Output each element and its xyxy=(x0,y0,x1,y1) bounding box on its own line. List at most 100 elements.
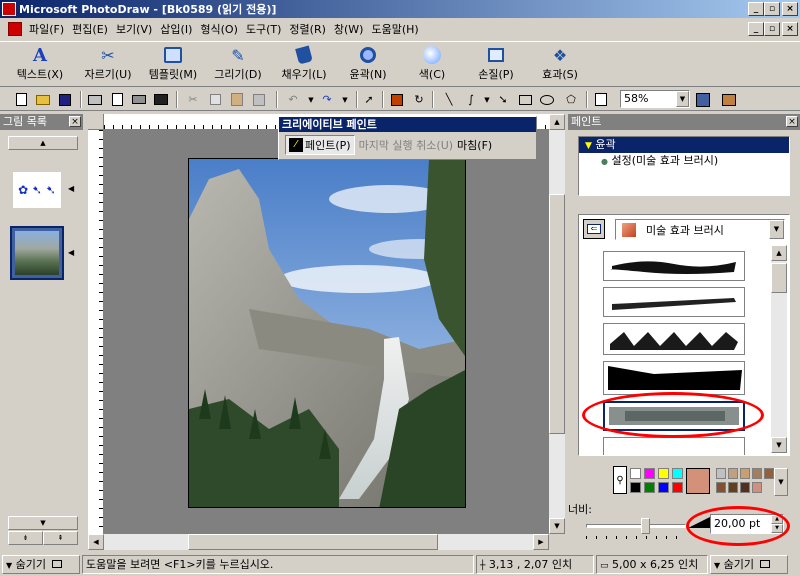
brush-swatch-1[interactable] xyxy=(603,251,745,281)
width-slider[interactable] xyxy=(586,518,686,539)
redo-icon[interactable]: ↷ xyxy=(318,91,336,108)
minimize-icon[interactable]: _ xyxy=(748,2,764,16)
canvas-photo[interactable] xyxy=(188,158,466,508)
eyedropper-icon[interactable]: ⚲ xyxy=(613,466,627,494)
menu-view[interactable]: 보기(V) xyxy=(112,21,156,37)
redo-dropdown-icon[interactable]: ▼ xyxy=(336,91,354,108)
vscroll-thumb[interactable] xyxy=(549,194,565,434)
paint-panel-close-icon[interactable]: × xyxy=(786,116,798,127)
custom-swatch-0[interactable] xyxy=(716,468,726,479)
custom-swatch-2[interactable] xyxy=(740,468,750,479)
vertical-scrollbar[interactable]: ▲ ▼ xyxy=(549,114,565,534)
delete-icon[interactable] xyxy=(250,91,268,108)
camera-icon[interactable] xyxy=(152,91,170,108)
palette-swatch-7[interactable] xyxy=(672,482,683,493)
autoshape-icon[interactable]: ⬠ xyxy=(562,91,580,108)
rotate-icon[interactable]: ↻ xyxy=(410,91,428,108)
rectangle-icon[interactable] xyxy=(516,91,534,108)
list-top-icon[interactable]: ⇞ xyxy=(43,531,78,545)
undo-last-button[interactable]: 마지막 실행 취소(U) xyxy=(359,137,453,153)
print-icon[interactable] xyxy=(86,91,104,108)
touchup-button[interactable]: 손질(P) xyxy=(466,44,526,86)
palette-swatch-4[interactable] xyxy=(630,482,641,493)
doc-icon[interactable] xyxy=(8,22,22,36)
vscroll-down-icon[interactable]: ▼ xyxy=(549,518,565,534)
brush-category-back-icon[interactable]: ⇐ xyxy=(583,219,605,239)
hscroll-thumb[interactable] xyxy=(188,534,438,550)
hide-right-button[interactable]: ▼ 숨기기 xyxy=(710,555,788,574)
effects-button[interactable]: ❖ 효과(S) xyxy=(530,44,590,86)
menu-edit[interactable]: 편집(E) xyxy=(68,21,112,37)
save-icon[interactable] xyxy=(56,91,74,108)
scan-icon[interactable] xyxy=(130,91,148,108)
restore-icon[interactable]: ▫ xyxy=(764,2,780,16)
brush-scrollbar[interactable]: ▲ ▼ xyxy=(771,245,787,453)
fill-button[interactable]: 채우기(L) xyxy=(274,44,334,86)
thumbnail-1-arrow-icon[interactable]: ◀ xyxy=(68,184,74,193)
vscroll-up-icon[interactable]: ▲ xyxy=(549,114,565,130)
new-icon[interactable] xyxy=(12,91,30,108)
palette-swatch-5[interactable] xyxy=(644,482,655,493)
thumbnail-shapes[interactable]: ✿ ➷ ➷ xyxy=(13,172,61,208)
hscroll-right-icon[interactable]: ▶ xyxy=(533,534,549,550)
color-button[interactable]: 색(C) xyxy=(402,44,462,86)
undo-icon[interactable]: ↶ xyxy=(284,91,302,108)
horizontal-scrollbar[interactable]: ◀ ▶ xyxy=(88,534,549,550)
menu-file[interactable]: 파일(F) xyxy=(25,21,68,37)
more-colors-dropdown-icon[interactable]: ▼ xyxy=(774,468,788,496)
crop-button[interactable]: ✂ 자르기(U) xyxy=(78,44,138,86)
arrow-icon[interactable]: ➘ xyxy=(494,91,512,108)
list-scroll-down-icon[interactable]: ▼ xyxy=(8,516,78,530)
paste-icon[interactable] xyxy=(228,91,246,108)
zoom-fit-icon[interactable] xyxy=(694,91,712,108)
zoom-combo[interactable]: 58% ▼ xyxy=(620,90,690,108)
open-icon[interactable] xyxy=(34,91,52,108)
palette-swatch-3[interactable] xyxy=(672,468,683,479)
finish-button[interactable]: 마침(F) xyxy=(457,137,492,153)
hide-left-button[interactable]: ▼ 숨기기 xyxy=(2,555,80,574)
tree-item-outline[interactable]: ▼ 윤곽 xyxy=(579,137,789,153)
thumbnail-2-arrow-icon[interactable]: ◀ xyxy=(68,248,74,257)
custom-swatch-3[interactable] xyxy=(752,468,762,479)
custom-swatch-5[interactable] xyxy=(716,482,726,493)
print-preview-icon[interactable] xyxy=(108,91,126,108)
menu-help[interactable]: 도움말(H) xyxy=(367,21,422,37)
brush-category-dropdown-icon[interactable]: ▼ xyxy=(769,220,784,239)
text-frame-icon[interactable] xyxy=(592,91,610,108)
menu-arrange[interactable]: 정렬(R) xyxy=(285,21,329,37)
paint-button[interactable]: ⁄ 페인트(P) xyxy=(285,135,355,155)
palette-swatch-6[interactable] xyxy=(658,482,669,493)
tree-item-settings[interactable]: ● 설정(미술 효과 브러시) xyxy=(579,153,789,169)
zoom-dropdown-icon[interactable]: ▼ xyxy=(676,91,689,107)
custom-swatch-1[interactable] xyxy=(728,468,738,479)
custom-swatch-4[interactable] xyxy=(764,468,774,479)
template-button[interactable]: 템플릿(M) xyxy=(140,44,206,86)
gallery-icon[interactable] xyxy=(720,91,738,108)
custom-swatch-8[interactable] xyxy=(752,482,762,493)
creative-paint-title-bar[interactable]: 크리에이티브 페인트 xyxy=(279,117,536,132)
thumbnail-photo[interactable] xyxy=(10,226,64,280)
app-icon[interactable] xyxy=(2,2,16,16)
doc-minimize-icon[interactable]: _ xyxy=(748,22,764,36)
brush-scroll-thumb[interactable] xyxy=(771,263,787,293)
doc-restore-icon[interactable]: ▫ xyxy=(764,22,780,36)
menu-tools[interactable]: 도구(T) xyxy=(242,21,286,37)
brush-swatch-2[interactable] xyxy=(603,287,745,317)
brush-scroll-up-icon[interactable]: ▲ xyxy=(771,245,787,261)
ellipse-icon[interactable] xyxy=(538,91,556,108)
brush-swatch-3[interactable] xyxy=(603,323,745,355)
text-button[interactable]: A 텍스트(X) xyxy=(10,44,70,86)
brush-swatch-4[interactable] xyxy=(603,361,745,395)
outline-button[interactable]: 윤곽(N) xyxy=(338,44,398,86)
close-icon[interactable]: × xyxy=(782,2,798,16)
doc-close-icon[interactable]: × xyxy=(782,22,798,36)
custom-swatch-7[interactable] xyxy=(740,482,750,493)
list-bottom-icon[interactable]: ⇟ xyxy=(8,531,43,545)
pointer-icon[interactable]: ➚ xyxy=(360,91,378,108)
width-slider-thumb[interactable] xyxy=(640,518,650,534)
brush-swatch-6[interactable] xyxy=(603,437,745,455)
cut-icon[interactable]: ✂ xyxy=(184,91,202,108)
menu-format[interactable]: 형식(O) xyxy=(196,21,241,37)
palette-swatch-1[interactable] xyxy=(644,468,655,479)
brush-scroll-down-icon[interactable]: ▼ xyxy=(771,437,787,453)
